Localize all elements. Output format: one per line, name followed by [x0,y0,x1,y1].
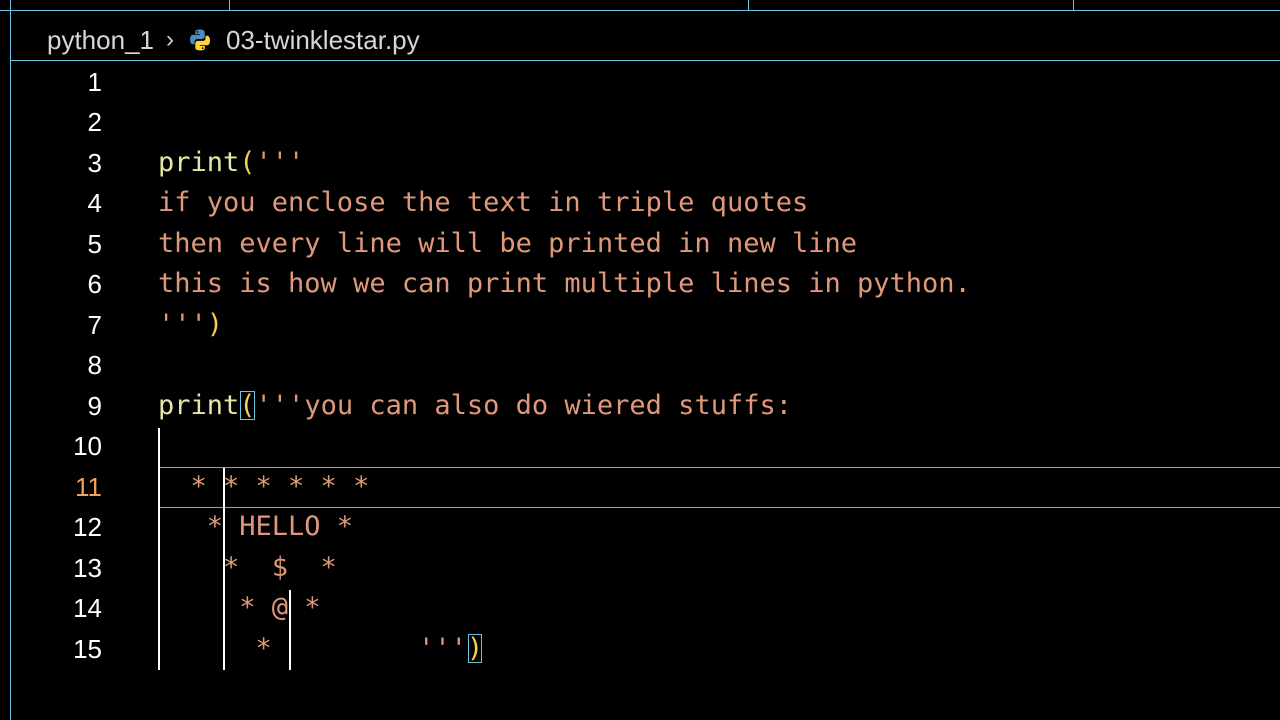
line-number: 9 [87,391,102,421]
breadcrumb-file[interactable]: 03-twinklestar.py [226,25,420,56]
breadcrumb-divider [11,60,1280,61]
paren: ) [206,309,224,340]
function-name: print [158,147,240,178]
breadcrumb-folder[interactable]: python_1 [47,25,154,56]
tab-strip [0,0,1280,11]
code-line-7[interactable]: ''') [158,305,223,345]
line-number: 14 [73,593,102,623]
code-line-15[interactable]: * ''') [158,629,484,669]
paren: ( [239,147,256,178]
line-number: 2 [87,107,102,137]
code-line-13[interactable]: * $ * [158,548,337,588]
line-number: 4 [87,188,102,218]
code-line-9[interactable]: print('''you can also do wiered stuffs: [158,386,792,426]
line-number: 1 [87,67,102,97]
code-line-3[interactable]: print(''' [158,143,304,183]
line-number: 13 [73,553,102,583]
python-file-icon [189,29,210,51]
string: '''you can also do wiered stuffs: [255,390,792,421]
code-line-4[interactable]: if you enclose the text in triple quotes [158,183,808,223]
string: * ''' [158,633,467,664]
chevron-right-icon: › [165,26,174,53]
line-number: 3 [87,148,102,178]
line-number: 12 [73,512,102,542]
code-line-12[interactable]: * HELLO * [158,507,353,547]
code-line-5[interactable]: then every line will be printed in new l… [158,224,857,264]
tab-divider [229,0,230,11]
string: ''' [158,309,207,340]
line-number: 8 [87,350,102,380]
breadcrumb: python_1 › 03-twinklestar.py [47,22,420,58]
code-line-14[interactable]: * @ * [158,588,320,628]
line-number: 10 [73,431,102,461]
line-number: 6 [87,269,102,299]
editor-left-border [10,0,11,720]
line-number: 7 [87,310,102,340]
code-line-6[interactable]: this is how we can print multiple lines … [158,264,971,304]
tab-divider [1073,0,1074,11]
string: ''' [255,147,305,178]
line-number-active: 11 [75,472,102,502]
line-number: 15 [73,634,102,664]
matched-paren: ) [466,633,484,664]
code-line-11[interactable]: * * * * * * [158,467,370,507]
function-name: print [158,390,240,421]
line-number: 5 [87,229,102,259]
tab-divider [748,0,749,11]
matched-paren: ( [239,390,256,421]
